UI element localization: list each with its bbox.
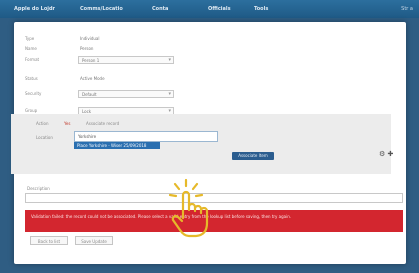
error-alert: Validation failed: the record could not … <box>25 210 403 232</box>
save-update-button[interactable]: Save Update <box>75 236 113 245</box>
nav-user[interactable]: Str a <box>401 6 413 12</box>
field-label-format: Format <box>25 57 40 62</box>
nav-item-comms[interactable]: Comms/Locatio <box>80 6 123 12</box>
format-select[interactable]: Person 1 ▾ <box>78 56 174 64</box>
chevron-down-icon: ▾ <box>168 91 171 97</box>
hand-pointer-icon <box>168 178 209 238</box>
field-value-type: Individual <box>80 36 100 41</box>
nav-item-officials[interactable]: Officials <box>208 6 231 12</box>
gear-add-icon[interactable]: ⚙ ✚ <box>379 150 393 158</box>
security-select-value: Default <box>82 92 97 97</box>
top-nav-bar: Apple do Lojdr Comms/Locatio Conta Offic… <box>0 0 419 18</box>
field-value-status: Active Mode <box>80 76 105 81</box>
field-value-name: Person <box>80 46 94 51</box>
back-to-list-button[interactable]: Back to list <box>30 236 68 245</box>
format-select-value: Person 1 <box>82 58 100 63</box>
description-input[interactable] <box>25 193 403 203</box>
nav-item-conta[interactable]: Conta <box>152 6 168 12</box>
nav-item-tools[interactable]: Tools <box>254 6 268 12</box>
field-label-status: Status <box>25 76 38 81</box>
security-select[interactable]: Default ▾ <box>78 90 174 98</box>
location-lookup-value: Yorkshire <box>78 134 97 139</box>
associate-description: Associate record <box>86 121 120 126</box>
associate-item-button[interactable]: Associate Item <box>232 152 274 160</box>
nav-item-apple[interactable]: Apple do Lojdr <box>14 6 55 12</box>
location-label: Location <box>36 135 53 140</box>
field-label-name: Name <box>25 46 37 51</box>
autocomplete-suggestion[interactable]: Place Yorkshire - Wiser 25/09/2018 <box>74 142 160 149</box>
description-label: Description <box>27 186 50 191</box>
field-label-security: Security <box>25 91 42 96</box>
error-message: Validation failed: the record could not … <box>31 214 292 219</box>
field-label-type: Type <box>25 36 35 41</box>
associate-section-label: Action <box>36 121 49 126</box>
field-label-group: Group <box>25 108 38 113</box>
location-lookup-input[interactable]: Yorkshire <box>74 131 218 142</box>
associate-tag: Yes <box>64 121 71 126</box>
chevron-down-icon: ▾ <box>168 57 171 63</box>
